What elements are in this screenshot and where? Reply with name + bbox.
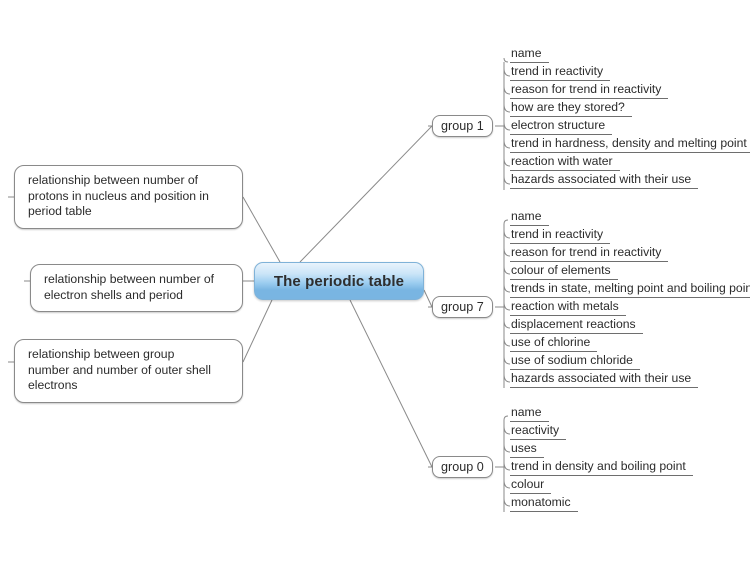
leaf-label: uses [510, 441, 544, 458]
leaf-item[interactable]: electron structure [506, 118, 750, 136]
leaf-item[interactable]: hazards associated with their use [506, 371, 750, 389]
leaf-item[interactable]: colour of elements [506, 263, 750, 281]
leaf-item[interactable]: name [506, 46, 750, 64]
left-topic-shells-period[interactable]: relationship between number of electron … [30, 264, 243, 312]
leaf-label: trend in density and boiling point [510, 459, 693, 476]
leaf-item[interactable]: reason for trend in reactivity [506, 82, 750, 100]
edge-center-to-left-topic-3 [242, 299, 273, 363]
left-topic-group-outer-electrons[interactable]: relationship between group number and nu… [14, 339, 243, 403]
left-topic-line: electrons [28, 378, 78, 392]
group-node-label: group 1 [441, 119, 484, 133]
branch-group-7: name trend in reactivity reason for tren… [506, 209, 750, 389]
edge-center-to-group-0 [349, 299, 433, 468]
leaf-label: trend in reactivity [510, 64, 611, 81]
branch-group-0: name reactivity uses trend in density an… [506, 405, 693, 513]
leaf-label: trends in state, melting point and boili… [510, 281, 750, 298]
left-topic-protons-position[interactable]: relationship between number of protons i… [14, 165, 243, 229]
leaf-item[interactable]: name [506, 209, 750, 227]
group-node-group-0[interactable]: group 0 [432, 456, 493, 478]
leaf-item[interactable]: uses [506, 441, 693, 459]
leaf-label: use of sodium chloride [510, 353, 640, 370]
leaf-item[interactable]: reaction with water [506, 154, 750, 172]
left-topic-line: protons in nucleus and position in [28, 188, 209, 203]
leaf-label: displacement reactions [510, 317, 643, 334]
leaf-item[interactable]: trends in state, melting point and boili… [506, 281, 750, 299]
leaf-item[interactable]: trend in density and boiling point [506, 459, 693, 477]
leaf-label: trend in hardness, density and melting p… [510, 136, 750, 153]
leaf-label: reactivity [510, 423, 567, 440]
central-node-label: The periodic table [273, 272, 405, 290]
leaf-label: reason for trend in reactivity [510, 245, 669, 262]
leaf-item[interactable]: name [506, 405, 693, 423]
leaf-item[interactable]: reactivity [506, 423, 693, 441]
group-node-label: group 7 [441, 300, 484, 314]
central-node[interactable]: The periodic table [254, 262, 424, 300]
leaf-label: use of chlorine [510, 335, 598, 352]
group-node-group-1[interactable]: group 1 [432, 115, 493, 137]
leaf-item[interactable]: displacement reactions [506, 317, 750, 335]
leaf-item[interactable]: trend in hardness, density and melting p… [506, 136, 750, 154]
left-topic-line: electron shells and period [44, 287, 183, 302]
leaf-label: monatomic [510, 495, 578, 512]
left-topic-line: number and number of outer shell [28, 362, 211, 377]
leaf-label: name [510, 405, 549, 422]
leaf-item[interactable]: trend in reactivity [506, 227, 750, 245]
leaf-item[interactable]: colour [506, 477, 693, 495]
leaf-item[interactable]: reaction with metals [506, 299, 750, 317]
leaf-label: colour [510, 477, 552, 494]
group-node-group-7[interactable]: group 7 [432, 296, 493, 318]
leaf-label: name [510, 209, 549, 226]
group-node-label: group 0 [441, 460, 484, 474]
left-topic-line: period table [28, 204, 92, 218]
leaf-label: colour of elements [510, 263, 618, 280]
leaf-label: hazards associated with their use [510, 371, 699, 388]
leaf-item[interactable]: trend in reactivity [506, 64, 750, 82]
leaf-label: reaction with water [510, 154, 620, 171]
leaf-item[interactable]: how are they stored? [506, 100, 750, 118]
leaf-label: hazards associated with their use [510, 172, 699, 189]
leaf-label: name [510, 46, 549, 63]
branch-group-1: name trend in reactivity reason for tren… [506, 46, 750, 190]
edge-center-to-group-7 [423, 289, 433, 308]
leaf-item[interactable]: use of chlorine [506, 335, 750, 353]
leaf-label: how are they stored? [510, 100, 632, 117]
leaf-label: trend in reactivity [510, 227, 611, 244]
edge-center-to-group-1 [299, 125, 433, 263]
leaf-label: electron structure [510, 118, 613, 135]
left-topic-line: relationship between number of [28, 173, 199, 187]
leaf-item[interactable]: reason for trend in reactivity [506, 245, 750, 263]
left-topic-line: relationship between group [28, 347, 175, 361]
leaf-item[interactable]: hazards associated with their use [506, 172, 750, 190]
leaf-label: reaction with metals [510, 299, 626, 316]
edge-center-to-left-topic-1 [242, 196, 281, 263]
leaf-item[interactable]: monatomic [506, 495, 693, 513]
mind-map-canvas: The periodic table relationship between … [0, 0, 750, 563]
leaf-label: reason for trend in reactivity [510, 82, 669, 99]
leaf-item[interactable]: use of sodium chloride [506, 353, 750, 371]
left-topic-line: relationship between number of [44, 272, 215, 286]
